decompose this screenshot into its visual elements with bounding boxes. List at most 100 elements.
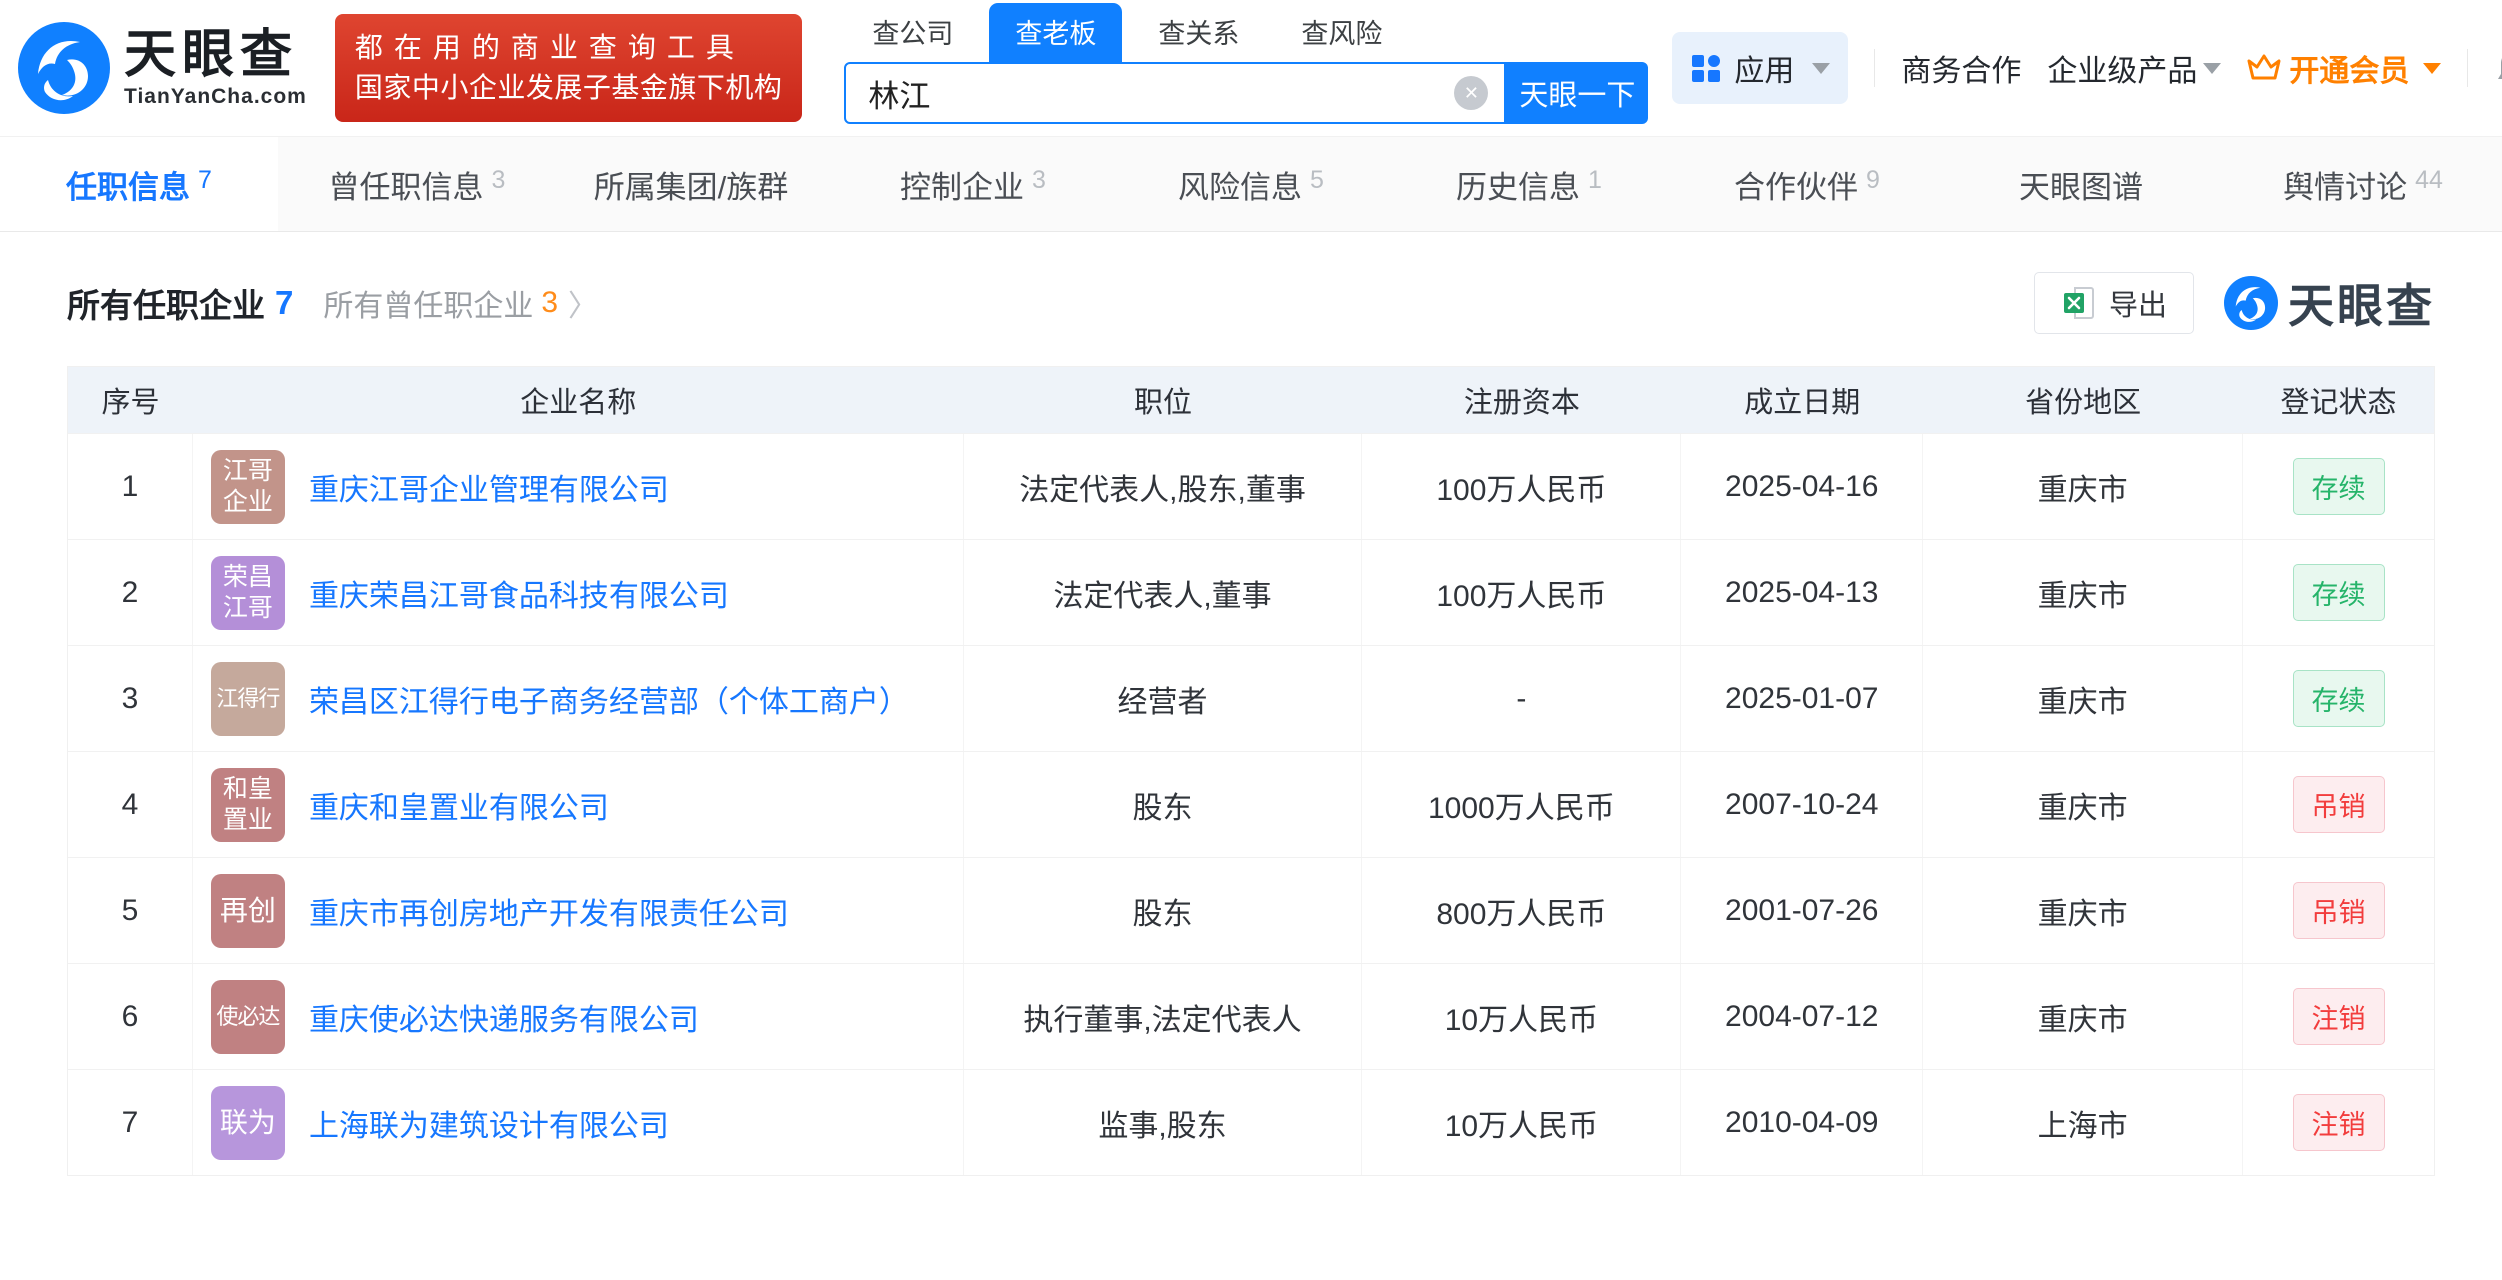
clear-search-icon[interactable]: ✕ [1454, 76, 1488, 110]
company-link[interactable]: 重庆市再创房地产开发有限责任公司 [309, 889, 789, 933]
company-link[interactable]: 重庆和皇置业有限公司 [309, 783, 609, 827]
status-badge: 存续 [2293, 670, 2385, 727]
date-cell: 2025-04-13 [1681, 540, 1923, 645]
chevron-right-icon: 〉 [568, 281, 598, 325]
company-link[interactable]: 荣昌区江得行电子商务经营部（个体工商户） [309, 677, 909, 721]
profile-tab-label: 控制企业 [900, 162, 1024, 207]
province-cell: 重庆市 [1923, 434, 2243, 539]
company-link[interactable]: 重庆江哥企业管理有限公司 [309, 465, 669, 509]
company-link[interactable]: 重庆荣昌江哥食品科技有限公司 [309, 571, 729, 615]
status-cell: 注销 [2243, 1070, 2434, 1175]
search-row: ✕ 天眼一下 [844, 62, 1648, 124]
province-cell: 重庆市 [1923, 964, 2243, 1069]
status-badge: 吊销 [2293, 882, 2385, 939]
table-row: 1 江哥企业 重庆江哥企业管理有限公司 法定代表人,股东,董事 100万人民币 … [68, 433, 2434, 539]
province-cell: 上海市 [1923, 1070, 2243, 1175]
search-input[interactable] [846, 64, 1504, 122]
profile-tab-count: 3 [492, 166, 506, 195]
status-cell: 存续 [2243, 646, 2434, 751]
former-positions-label: 所有曾任职企业 [323, 281, 533, 325]
search-type-tab[interactable]: 查风险 [1275, 3, 1408, 62]
site-header: 天眼查 TianYanCha.com 都在用的商业查询工具 国家中小企业发展子基… [0, 0, 2502, 136]
top-nav: 应用 商务合作 企业级产品 开通会员 [1672, 32, 2502, 104]
province-cell: 重庆市 [1923, 752, 2243, 857]
company-avatar: 荣昌江哥 [211, 556, 285, 630]
section-count: 7 [275, 284, 293, 322]
profile-tab-label: 合作伙伴 [1734, 162, 1858, 207]
row-index: 5 [68, 858, 193, 963]
status-cell: 吊销 [2243, 858, 2434, 963]
profile-tab-count: 9 [1866, 166, 1880, 195]
divider [2467, 49, 2468, 87]
column-header: 登记状态 [2243, 367, 2434, 433]
apps-grid-icon [1690, 52, 1722, 84]
date-cell: 2004-07-12 [1681, 964, 1923, 1069]
site-logo[interactable]: 天眼查 TianYanCha.com [18, 22, 307, 114]
company-cell: 和皇置业 重庆和皇置业有限公司 [193, 752, 964, 857]
position-cell: 执行董事,法定代表人 [964, 964, 1363, 1069]
search-type-tabs: 查公司查老板查关系查风险 [844, 12, 1648, 62]
apps-menu[interactable]: 应用 [1672, 32, 1848, 104]
company-avatar: 联为 [211, 1086, 285, 1160]
promo-line-2: 国家中小企业发展子基金旗下机构 [355, 68, 783, 108]
row-index: 6 [68, 964, 193, 1069]
profile-tab-label: 风险信息 [1178, 162, 1302, 207]
status-cell: 存续 [2243, 540, 2434, 645]
status-badge: 吊销 [2293, 776, 2385, 833]
nav-open-vip[interactable]: 开通会员 [2247, 46, 2441, 90]
profile-tab[interactable]: 合作伙伴 9 [1668, 137, 1946, 231]
chevron-down-icon [2423, 63, 2441, 74]
search-type-tab[interactable]: 查关系 [1132, 3, 1265, 62]
profile-tab[interactable]: 控制企业 3 [834, 137, 1112, 231]
profile-tab-label: 舆情讨论 [2283, 162, 2407, 207]
company-avatar: 使必达 [211, 980, 285, 1054]
company-link[interactable]: 上海联为建筑设计有限公司 [309, 1101, 669, 1145]
excel-icon [2061, 285, 2097, 321]
logo-text: 天眼查 TianYanCha.com [124, 27, 307, 109]
date-cell: 2010-04-09 [1681, 1070, 1923, 1175]
promo-banner: 都在用的商业查询工具 国家中小企业发展子基金旗下机构 [335, 14, 803, 122]
main-content: 所有任职企业 7 所有曾任职企业 3 〉 导出 [0, 270, 2502, 1176]
profile-tab-label: 所属集团/族群 [594, 162, 789, 207]
capital-cell: 10万人民币 [1362, 964, 1681, 1069]
chevron-down-icon [2203, 63, 2221, 74]
nav-business-coop[interactable]: 商务合作 [1901, 46, 2021, 90]
row-index: 4 [68, 752, 193, 857]
profile-tab[interactable]: 风险信息 5 [1112, 137, 1390, 231]
position-cell: 股东 [964, 858, 1363, 963]
profile-tab[interactable]: 所属集团/族群 [556, 137, 834, 231]
status-cell: 注销 [2243, 964, 2434, 1069]
profile-tab[interactable]: 曾任职信息 3 [278, 137, 556, 231]
profile-tab-label: 历史信息 [1456, 162, 1580, 207]
company-link[interactable]: 重庆使必达快递服务有限公司 [309, 995, 699, 1039]
promo-line-1: 都在用的商业查询工具 [355, 28, 783, 68]
former-positions-link[interactable]: 所有曾任职企业 3 〉 [323, 281, 598, 325]
company-cell: 再创 重庆市再创房地产开发有限责任公司 [193, 858, 964, 963]
profile-tab[interactable]: 任职信息 7 [0, 137, 278, 231]
profile-tab[interactable]: 历史信息 1 [1390, 137, 1668, 231]
status-badge: 注销 [2293, 988, 2385, 1045]
search-type-tab[interactable]: 查公司 [846, 3, 979, 62]
search-box: ✕ [844, 62, 1506, 124]
status-cell: 存续 [2243, 434, 2434, 539]
date-cell: 2001-07-26 [1681, 858, 1923, 963]
capital-cell: 1000万人民币 [1362, 752, 1681, 857]
export-button[interactable]: 导出 [2034, 272, 2194, 334]
notification-bell[interactable] [2494, 46, 2502, 90]
search-button[interactable]: 天眼一下 [1506, 62, 1648, 124]
table-row: 5 再创 重庆市再创房地产开发有限责任公司 股东 800万人民币 2001-07… [68, 857, 2434, 963]
capital-cell: 800万人民币 [1362, 858, 1681, 963]
column-header: 省份地区 [1923, 367, 2243, 433]
nav-enterprise-products[interactable]: 企业级产品 [2047, 46, 2221, 90]
position-cell: 法定代表人,董事 [964, 540, 1363, 645]
row-index: 1 [68, 434, 193, 539]
search-type-tab[interactable]: 查老板 [989, 3, 1122, 62]
position-cell: 法定代表人,股东,董事 [964, 434, 1363, 539]
company-cell: 江哥企业 重庆江哥企业管理有限公司 [193, 434, 964, 539]
date-cell: 2025-04-16 [1681, 434, 1923, 539]
profile-tab[interactable]: 舆情讨论 44 [2224, 137, 2502, 231]
profile-tabbar: 任职信息 7 曾任职信息 3 所属集团/族群 控制企业 3 风险信息 5 历史信… [0, 136, 2502, 232]
head-right: 导出 天眼查 [2034, 270, 2435, 336]
capital-cell: - [1362, 646, 1681, 751]
profile-tab[interactable]: 天眼图谱 [1946, 137, 2224, 231]
